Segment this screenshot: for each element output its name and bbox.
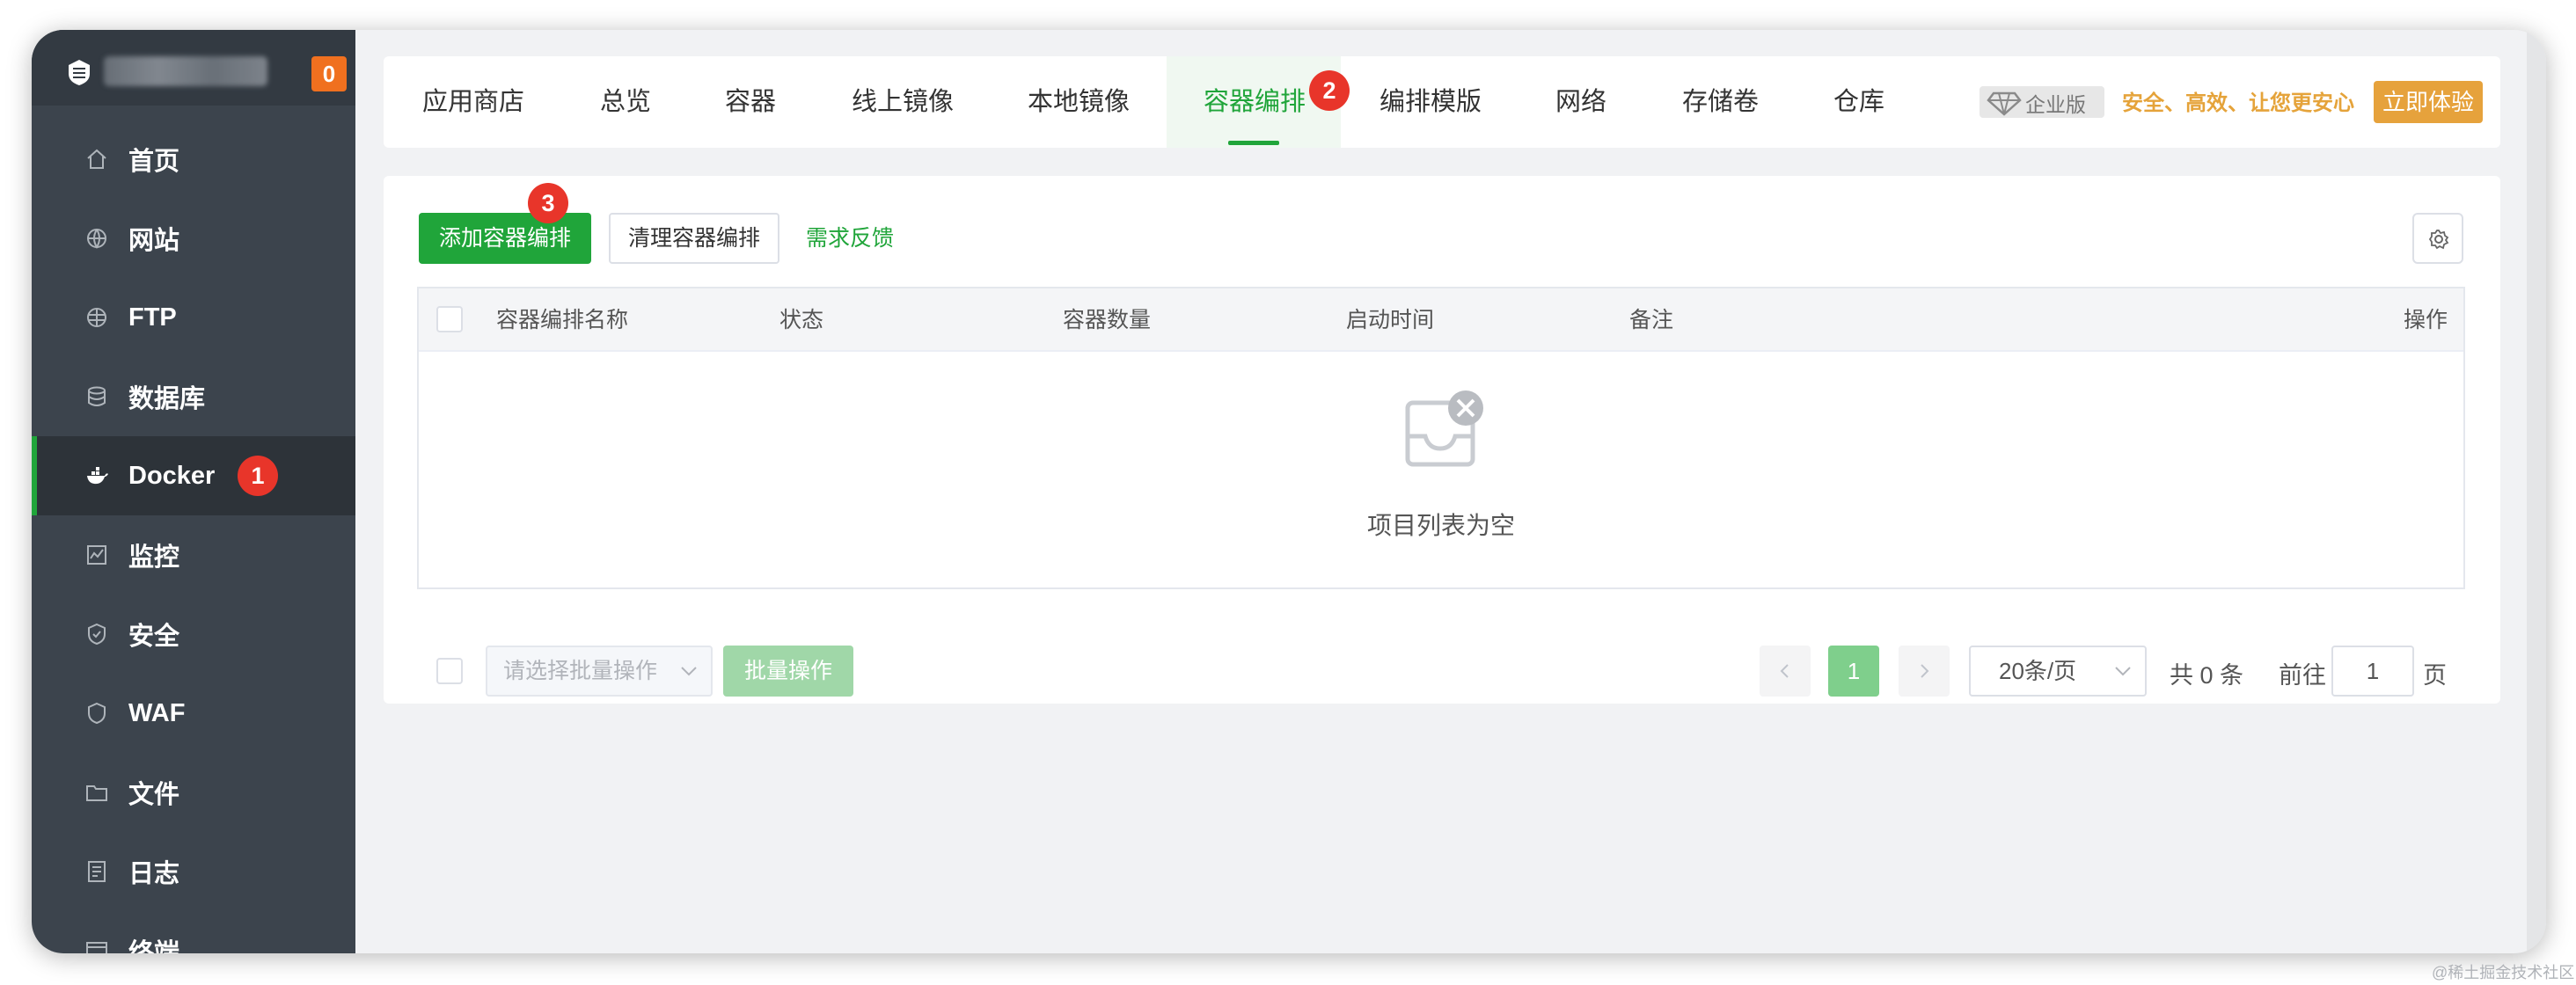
tab-app-store[interactable]: 应用商店 [422,56,524,148]
tab-compose-templates[interactable]: 编排模版 [1379,56,1482,148]
logo-icon [69,60,90,85]
watermark: @稀土掘金技术社区 [2432,964,2575,981]
shield-icon [88,623,106,646]
sidebar-item-label: Docker [128,461,216,490]
goto-label: 前往 [2279,662,2326,689]
sidebar-item-label: 日志 [128,860,180,888]
waf-shield-icon [88,702,106,725]
empty-inbox-icon [1405,390,1483,467]
gear-icon [2428,230,2449,250]
column-header-start-time[interactable]: 启动时间 [1346,288,1434,352]
globe-icon [87,229,106,249]
tab-compose[interactable]: 容器编排 [1204,56,1306,148]
enterprise-label: 企业版 [2025,93,2086,116]
sidebar-item-docker[interactable]: Docker 1 [32,436,355,515]
prev-page-button[interactable] [1760,646,1811,697]
sidebar-item-label: 网站 [128,227,180,255]
compose-table: 容器编排名称 状态 容器数量 启动时间 备注 操作 项目列表为空 [417,287,2465,589]
column-header-name[interactable]: 容器编排名称 [496,288,628,352]
chevron-left-icon [1780,664,1789,678]
select-all-checkbox[interactable] [436,306,463,332]
table-header: 容器编排名称 状态 容器数量 启动时间 备注 操作 [419,288,2463,352]
sidebar-item-logs[interactable]: 日志 [32,832,355,911]
batch-operation-select[interactable]: 请选择批量操作 [486,646,713,697]
add-compose-button[interactable]: 添加容器编排 [419,213,591,264]
sidebar-item-home[interactable]: 首页 [32,120,355,199]
sidebar-brand: 0 [32,30,355,106]
sidebar-item-label: 数据库 [128,385,206,413]
notification-badge[interactable]: 0 [311,56,347,91]
server-name-blurred [104,56,267,86]
column-header-remark: 备注 [1629,308,1674,332]
next-page-button[interactable] [1899,646,1950,697]
step-badge: 3 [528,183,568,223]
batch-select-placeholder: 请选择批量操作 [503,659,658,683]
tab-network[interactable]: 网络 [1555,56,1606,148]
tab-active-underline [1228,141,1279,145]
sidebar-item-label: 安全 [128,623,180,651]
sidebar-item-label: 终端 [128,939,180,953]
tab-containers[interactable]: 容器 [725,56,776,148]
tab-local-images[interactable]: 本地镜像 [1028,56,1130,148]
sidebar-item-label: FTP [128,303,177,332]
sidebar-item-label: 文件 [128,781,180,809]
goto-page-input[interactable]: 1 [2331,646,2414,697]
sidebar-item-label: WAF [128,698,186,727]
diamond-icon [1987,91,2022,116]
sidebar-item-ftp[interactable]: FTP [32,278,355,357]
tab-registry[interactable]: 仓库 [1833,56,1884,148]
tab-volumes[interactable]: 存储卷 [1682,56,1759,148]
column-header-actions: 操作 [2404,308,2448,332]
clean-compose-button[interactable]: 清理容器编排 [609,213,779,264]
sidebar-item-monitor[interactable]: 监控 [32,515,355,595]
tab-bar: 应用商店 总览 容器 线上镜像 本地镜像 容器编排 2 编排模版 网络 存储卷 … [384,56,2500,148]
step-badge: 2 [1309,70,1350,111]
page-size-value: 20条/页 [1999,658,2077,684]
sidebar-item-label: 首页 [128,148,180,176]
ftp-globe-icon [87,308,106,327]
terminal-icon [86,942,107,953]
batch-operation-button[interactable]: 批量操作 [723,646,853,697]
tab-overview[interactable]: 总览 [600,56,651,148]
sidebar-item-security[interactable]: 安全 [32,595,355,674]
page-number-current[interactable]: 1 [1828,646,1879,697]
feedback-link[interactable]: 需求反馈 [797,213,903,264]
column-header-container-count[interactable]: 容器数量 [1063,288,1151,352]
home-icon [87,149,106,169]
chevron-down-icon [681,667,697,676]
app-window: 0 首页 网站 FTP 数据库 Docker 1 监控 安全 WAF 文件 日志… [32,30,2546,953]
empty-state-text: 项目列表为空 [1366,512,1515,539]
sidebar-item-database[interactable]: 数据库 [32,357,355,436]
log-icon [88,861,106,882]
column-settings-button[interactable] [2412,213,2463,264]
sidebar-item-terminal[interactable]: 终端 [32,911,355,953]
page-unit-label: 页 [2423,662,2447,689]
column-header-status[interactable]: 状态 [779,288,823,352]
sidebar-item-label: 监控 [128,544,180,572]
total-count: 共 0 条 [2170,662,2244,689]
sidebar-item-files[interactable]: 文件 [32,753,355,832]
database-icon [88,386,106,406]
footer-select-checkbox[interactable] [436,658,463,684]
sidebar-item-waf[interactable]: WAF [32,674,355,753]
promo-text: 安全、高效、让您更安心 [2122,91,2354,115]
docker-icon [87,467,108,485]
sidebar: 0 首页 网站 FTP 数据库 Docker 1 监控 安全 WAF 文件 日志… [32,30,355,953]
step-badge: 1 [238,456,278,496]
window-edge [2527,30,2546,953]
page-size-select[interactable]: 20条/页 [1969,646,2147,697]
sidebar-item-website[interactable]: 网站 [32,199,355,278]
tab-online-images[interactable]: 线上镜像 [852,56,954,148]
chevron-right-icon [1921,664,1929,678]
monitor-icon [87,545,106,565]
chevron-down-icon [2115,667,2131,676]
folder-icon [86,785,107,801]
try-now-button[interactable]: 立即体验 [2374,81,2483,123]
